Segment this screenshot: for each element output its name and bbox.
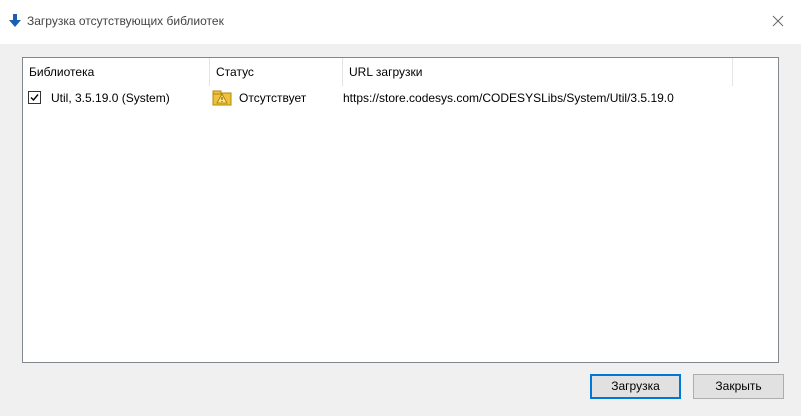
- library-url: https://store.codesys.com/CODESYSLibs/Sy…: [343, 91, 674, 105]
- table-row[interactable]: Util, 3.5.19.0 (System) Отсутствует http…: [23, 87, 778, 109]
- download-arrow-icon: [9, 14, 21, 28]
- row-checkbox[interactable]: [28, 91, 41, 104]
- window-title: Загрузка отсутствующих библиотек: [27, 14, 224, 28]
- download-button[interactable]: Загрузка: [590, 374, 681, 399]
- library-status: Отсутствует: [239, 91, 307, 105]
- title-bar: Загрузка отсутствующих библиотек: [0, 0, 801, 44]
- library-list[interactable]: Библиотека Статус URL загрузки Util, 3.5…: [22, 57, 779, 363]
- library-name: Util, 3.5.19.0 (System): [51, 91, 170, 105]
- column-header-url[interactable]: URL загрузки: [343, 58, 733, 86]
- list-header: Библиотека Статус URL загрузки: [23, 58, 778, 86]
- warning-icon: [212, 88, 232, 106]
- column-header-library[interactable]: Библиотека: [23, 58, 210, 86]
- window-close-button[interactable]: [755, 0, 801, 44]
- close-button[interactable]: Закрыть: [693, 374, 784, 399]
- column-header-status[interactable]: Статус: [210, 58, 343, 86]
- close-icon: [772, 15, 784, 30]
